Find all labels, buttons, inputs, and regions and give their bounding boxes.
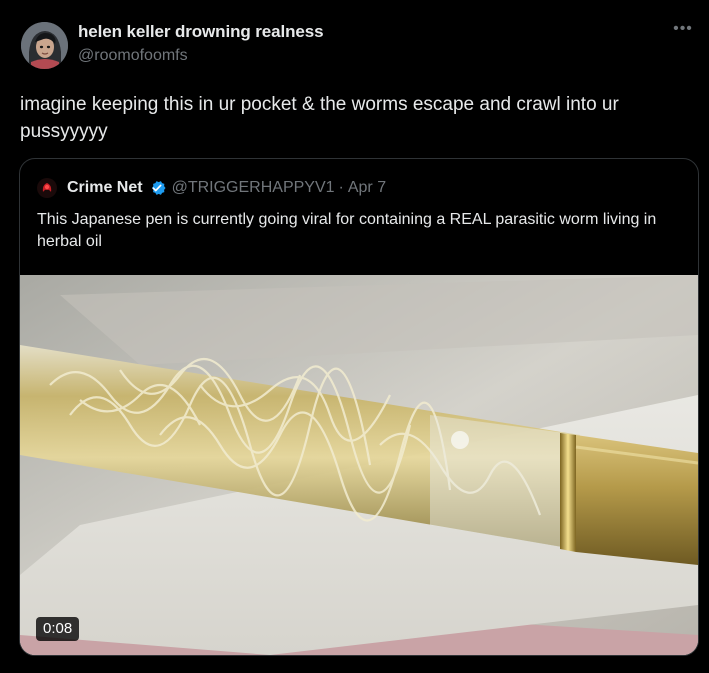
author-display-name[interactable]: helen keller drowning realness [78, 22, 324, 42]
video-duration-badge: 0:08 [36, 617, 80, 641]
quoted-author-name[interactable]: Crime Net [67, 179, 143, 197]
verified-badge-icon [151, 181, 166, 195]
author-handle[interactable]: @roomofoomfs [78, 47, 188, 65]
quoted-tweet-header: Crime Net @TRIGGERHAPPYV1 · Apr 7 [37, 177, 386, 199]
quoted-tweet-card[interactable]: Crime Net @TRIGGERHAPPYV1 · Apr 7 This J… [19, 158, 699, 656]
more-options-button[interactable]: ••• [671, 20, 695, 42]
video-player[interactable]: 0:08 [20, 275, 698, 655]
more-horizontal-icon: ••• [673, 20, 693, 37]
separator-dot: · [338, 179, 344, 196]
video-frame [20, 275, 698, 655]
avatar[interactable] [21, 22, 68, 69]
tweet-text: imagine keeping this in ur pocket & the … [20, 94, 619, 142]
tweet: helen keller drowning realness @roomofoo… [0, 0, 709, 673]
quoted-date[interactable]: Apr 7 [348, 179, 386, 197]
quoted-author-handle[interactable]: @TRIGGERHAPPYV1 [172, 179, 335, 197]
quoted-tweet-text: This Japanese pen is currently going vir… [37, 211, 657, 250]
quoted-avatar[interactable] [37, 178, 57, 198]
